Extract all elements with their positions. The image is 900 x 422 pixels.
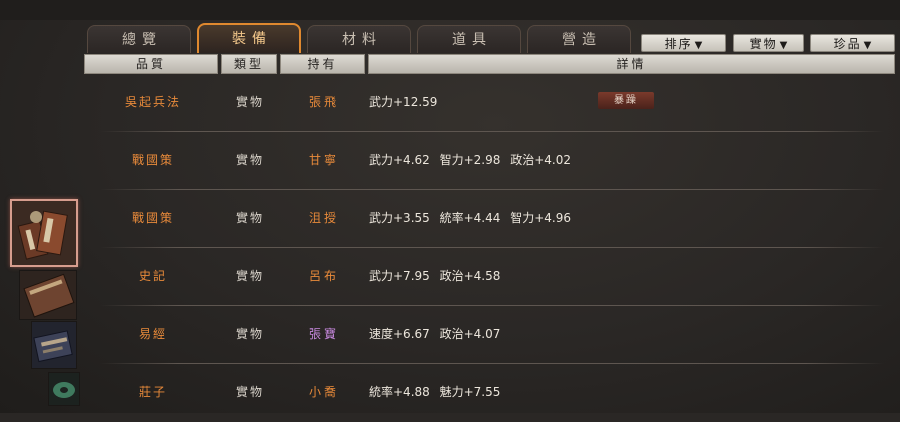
column-header-quality[interactable]: 品質 [84,54,218,74]
rarity-dropdown-label: 珍品 [833,37,862,51]
category-dropdown[interactable]: 實物 ▼ [733,34,804,52]
book-icon[interactable] [19,270,77,320]
item-name: 莊子 [138,385,167,399]
top-strip [0,0,900,20]
item-detail: 武力+7.95 政治+4.58 [369,268,506,284]
stat-value: 政治+4.07 [439,327,501,341]
item-detail: 武力+12.59 [369,94,443,110]
item-detail: 武力+3.55 統率+4.44 智力+4.96 [369,210,577,226]
trait-badge: 暴躁 [598,92,654,109]
jade-disc-icon[interactable] [48,372,80,406]
column-header-holder[interactable]: 持有 [280,54,365,74]
item-name: 史記 [138,269,167,283]
table-row[interactable]: 戰國策 實物 甘寧 武力+4.62 智力+2.98 政治+4.02 [88,132,896,190]
sort-dropdown[interactable]: 排序 ▼ [641,34,726,52]
chevron-down-icon: ▼ [779,40,788,51]
table-row[interactable]: 戰國策 實物 沮授 武力+3.55 統率+4.44 智力+4.96 [88,190,896,248]
chevron-down-icon: ▼ [863,40,872,51]
tab-items[interactable]: 道具 [417,25,521,53]
item-holder: 甘寧 [308,153,339,167]
item-detail: 武力+4.62 智力+2.98 政治+4.02 [369,152,577,168]
item-type: 實物 [235,327,264,341]
item-holder: 小喬 [308,385,339,399]
table-row[interactable]: 史記 實物 呂布 武力+7.95 政治+4.58 [88,248,896,306]
stat-value: 統率+4.88 [369,385,430,399]
item-holder: 沮授 [308,211,339,225]
table-row[interactable]: 吳起兵法 實物 張飛 武力+12.59 暴躁 [88,74,896,132]
rarity-dropdown[interactable]: 珍品 ▼ [810,34,895,52]
stat-value: 政治+4.58 [439,269,501,283]
chevron-down-icon: ▼ [694,40,703,51]
tab-overview[interactable]: 總覽 [87,25,191,53]
stat-value: 統率+4.44 [439,211,501,225]
item-name: 易經 [138,327,167,341]
item-holder: 呂布 [308,269,339,283]
item-type: 實物 [235,153,264,167]
stat-value: 魅力+7.55 [439,385,501,399]
item-type: 實物 [235,211,264,225]
column-header-detail[interactable]: 詳情 [368,54,895,74]
sort-dropdown-label: 排序 [664,37,693,51]
stat-value: 智力+2.98 [439,153,501,167]
category-dropdown-label: 實物 [749,37,778,51]
item-detail: 統率+4.88 魅力+7.55 [369,384,506,400]
stat-value: 智力+4.96 [510,211,571,225]
stat-value: 速度+6.67 [369,327,430,341]
tab-materials[interactable]: 材料 [307,25,411,53]
table-row[interactable]: 易經 實物 張寶 速度+6.67 政治+4.07 [88,306,896,364]
stat-value: 武力+3.55 [369,211,430,225]
item-detail: 速度+6.67 政治+4.07 [369,326,506,342]
scroll-book-icon[interactable] [31,321,77,369]
tab-construction[interactable]: 營造 [527,25,631,53]
item-holder: 張飛 [308,95,339,109]
item-type: 實物 [235,95,264,109]
column-header-type[interactable]: 類型 [221,54,277,74]
item-name: 戰國策 [131,153,174,167]
stat-value: 武力+7.95 [369,269,430,283]
item-type: 實物 [235,385,264,399]
item-name: 吳起兵法 [124,95,181,109]
book-bundle-icon[interactable] [10,199,78,267]
stat-value: 武力+12.59 [369,95,438,109]
item-holder: 張寶 [308,327,339,341]
tab-equipment[interactable]: 裝備 [197,23,301,53]
item-name: 戰國策 [131,211,174,225]
item-type: 實物 [235,269,264,283]
stat-value: 武力+4.62 [369,153,430,167]
stat-value: 政治+4.02 [510,153,571,167]
table-row[interactable]: 莊子 實物 小喬 統率+4.88 魅力+7.55 [88,364,896,422]
